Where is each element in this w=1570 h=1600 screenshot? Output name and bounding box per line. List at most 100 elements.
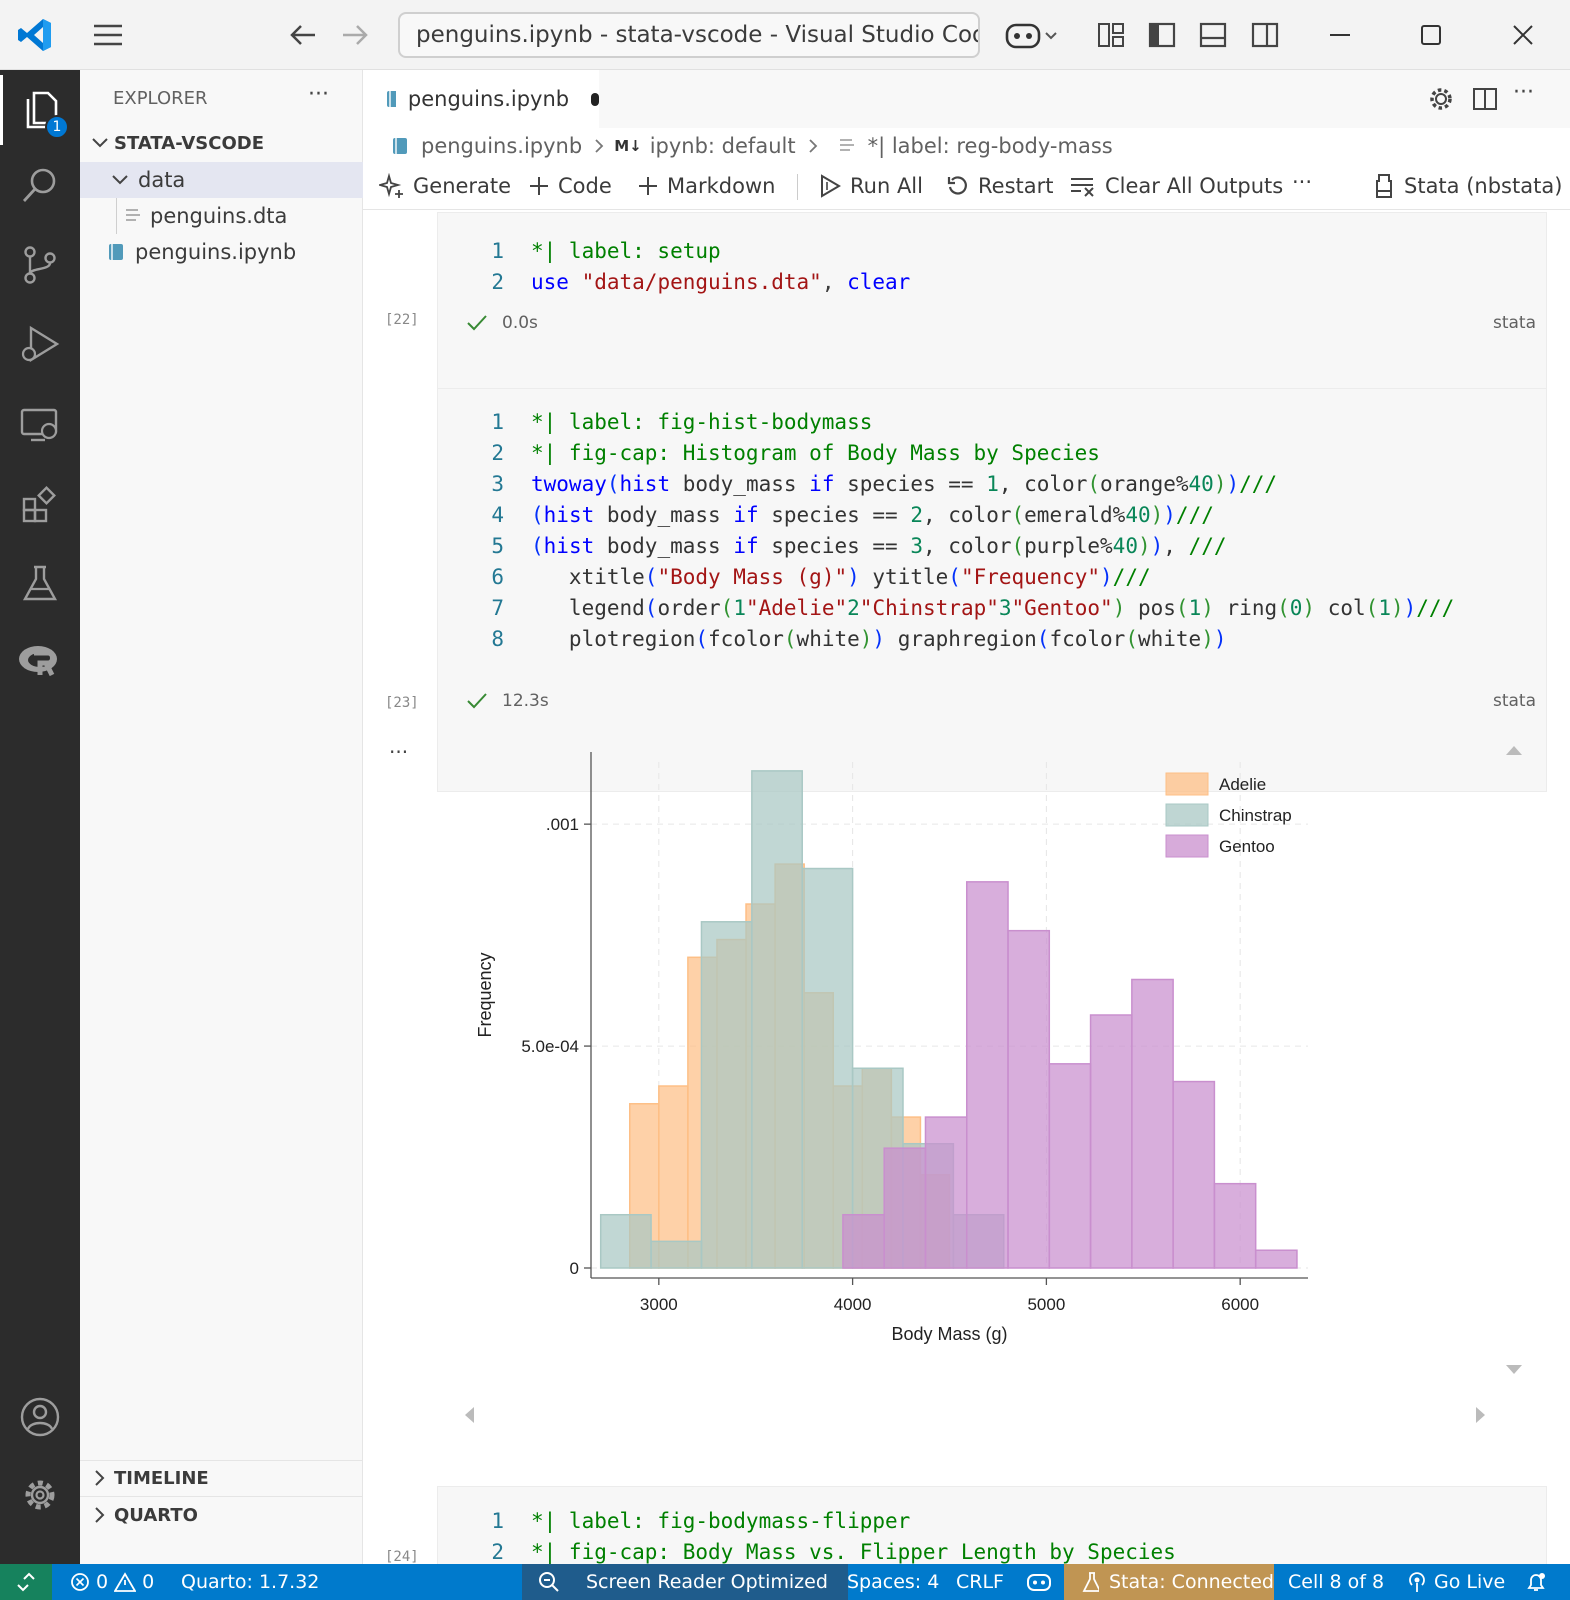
remote-indicator[interactable] — [0, 1564, 52, 1600]
cell-language[interactable]: stata — [1493, 691, 1536, 711]
histogram-bar-gentoo — [965, 881, 1009, 1269]
timeline-section[interactable]: TIMELINE — [80, 1460, 363, 1496]
line-number: 4 — [491, 502, 504, 527]
breadcrumb-kernel[interactable]: ipynb: default — [650, 134, 796, 158]
add-code-cell-button[interactable]: Code — [528, 168, 612, 204]
scroll-right-arrow-icon[interactable] — [1475, 1406, 1487, 1424]
customize-layout-icon[interactable] — [1091, 15, 1131, 55]
code-line[interactable]: 2 *| fig-cap: Body Mass vs. Flipper Lengt… — [438, 1536, 1175, 1567]
execution-count: [24] — [385, 1549, 419, 1565]
legend-label: Gentoo — [1219, 837, 1275, 856]
run-all-button[interactable]: Run All — [818, 168, 923, 204]
broadcast-icon — [1409, 1572, 1425, 1592]
run-debug-activity[interactable] — [0, 310, 80, 380]
check-icon — [467, 315, 487, 331]
source-control-activity[interactable] — [0, 230, 80, 300]
code-line[interactable]: 7 legend(order(1 "Adelie" 2 "Chinstrap" … — [438, 592, 1454, 623]
code-line[interactable]: 4 (hist body_mass if species == 2, color… — [438, 499, 1214, 530]
go-live-button[interactable]: Go Live — [1406, 1564, 1505, 1600]
code-cell-hist[interactable]: 1 *| label: fig-hist-bodymass 2 *| fig-cap… — [437, 388, 1547, 792]
manage-activity[interactable] — [0, 1460, 80, 1530]
kernel-picker-button[interactable]: Stata (nbstata) — [1372, 168, 1562, 204]
x-tick-label: 5000 — [1027, 1295, 1065, 1314]
code-line[interactable]: 8 plotregion(fcolor(white)) graphregion(… — [438, 623, 1226, 654]
code-line[interactable]: 6 xtitle("Body Mass (g)") ytitle("Freque… — [438, 561, 1150, 592]
histogram-bar-gentoo — [1131, 978, 1174, 1269]
code-cell-setup[interactable]: 1 *| label: setup 2 use "data/penguins.dta… — [437, 212, 1547, 408]
quarto-version[interactable]: Quarto: 1.7.32 — [181, 1564, 319, 1600]
breadcrumb-cell[interactable]: *| label: reg-body-mass — [868, 134, 1113, 158]
screen-reader-indicator[interactable]: Screen Reader Optimized — [522, 1564, 848, 1600]
split-editor-icon[interactable] — [1471, 85, 1499, 113]
x-tick-label: 4000 — [834, 1295, 872, 1314]
remote-explorer-activity[interactable] — [0, 390, 80, 460]
explorer-activity[interactable]: 1 — [0, 75, 80, 145]
restart-button[interactable]: Restart — [946, 168, 1053, 204]
add-markdown-cell-button[interactable]: Markdown — [637, 168, 775, 204]
clear-all-outputs-button[interactable]: Clear All Outputs — [1069, 168, 1283, 204]
output-more-actions[interactable]: ... — [389, 734, 408, 758]
line-number: 5 — [491, 533, 504, 558]
histogram-bar-chinstrap — [700, 921, 753, 1269]
restart-label: Restart — [978, 174, 1054, 198]
execution-count: [22] — [385, 312, 419, 328]
copilot-status-icon[interactable] — [1026, 1564, 1052, 1600]
editor-area: penguins.ipynb ··· penguins.ipynb M↓ ipy… — [363, 70, 1570, 1600]
notifications-bell-icon[interactable] — [1524, 1564, 1548, 1600]
testing-activity[interactable] — [0, 548, 80, 618]
menu-icon[interactable] — [88, 15, 128, 55]
restart-icon — [947, 176, 967, 195]
code-line[interactable]: 1 *| label: setup — [438, 235, 720, 266]
file-label: penguins.dta — [150, 204, 288, 228]
tree-folder-data[interactable]: data — [80, 162, 363, 198]
extensions-activity[interactable] — [0, 470, 80, 540]
cell-indicator[interactable]: Cell 8 of 8 — [1288, 1564, 1384, 1600]
toolbar-more-button[interactable]: ··· — [1292, 164, 1312, 200]
tab-penguins-ipynb[interactable]: penguins.ipynb — [363, 70, 599, 128]
code-line[interactable]: 2 use "data/penguins.dta", clear — [438, 266, 910, 297]
scroll-up-arrow-icon[interactable] — [1505, 744, 1523, 756]
generate-button[interactable]: Generate — [379, 168, 511, 204]
histogram-bar-chinstrap — [650, 1240, 703, 1269]
code-line[interactable]: 1 *| label: fig-hist-bodymass — [438, 406, 872, 437]
forward-arrow-icon[interactable] — [335, 15, 375, 55]
chevron-right-icon — [95, 1507, 105, 1523]
maximize-icon[interactable] — [1411, 15, 1451, 55]
code-line[interactable]: 5 (hist body_mass if species == 3, color… — [438, 530, 1226, 561]
breadcrumb-file[interactable]: penguins.ipynb — [421, 134, 582, 158]
sparkle-icon — [379, 173, 403, 198]
cell-language[interactable]: stata — [1493, 313, 1536, 333]
back-arrow-icon[interactable] — [283, 15, 323, 55]
tree-file-penguins-dta[interactable]: penguins.dta — [80, 198, 363, 234]
eol-indicator[interactable]: CRLF — [956, 1564, 1004, 1600]
scroll-down-arrow-icon[interactable] — [1505, 1364, 1523, 1376]
histogram-bar-gentoo — [924, 1116, 968, 1269]
code-line[interactable]: 1 *| label: fig-bodymass-flipper — [438, 1505, 910, 1536]
command-center[interactable]: penguins.ipynb - stata-vscode - Visual S… — [398, 12, 980, 58]
quarto-section[interactable]: QUARTO — [80, 1497, 363, 1533]
histogram-bar-chinstrap — [599, 1213, 652, 1269]
accounts-activity[interactable] — [0, 1382, 80, 1452]
toggle-panel-icon[interactable] — [1193, 15, 1233, 55]
search-activity[interactable] — [0, 150, 80, 220]
search-icon — [22, 168, 56, 202]
problems-indicator[interactable]: 0 0 — [70, 1564, 154, 1600]
close-icon[interactable] — [1503, 15, 1543, 55]
histogram-bar-gentoo — [1089, 1014, 1133, 1269]
tree-file-penguins-ipynb[interactable]: penguins.ipynb — [80, 234, 363, 270]
notebook-settings-icon[interactable] — [1427, 85, 1455, 113]
code-line[interactable]: 3 twoway (hist body_mass if species == 1,… — [438, 468, 1277, 499]
code-line[interactable]: 2 *| fig-cap: Histogram of Body Mass by S… — [438, 437, 1100, 468]
tab-more-actions[interactable]: ··· — [1513, 80, 1534, 105]
explorer-more-actions[interactable]: ··· — [308, 82, 329, 107]
copilot-icon[interactable] — [1005, 15, 1061, 55]
r-activity[interactable] — [0, 626, 80, 696]
toggle-primary-sidebar-icon[interactable] — [1142, 15, 1182, 55]
minimize-icon[interactable] — [1320, 15, 1360, 55]
kernel-icon — [1376, 174, 1392, 198]
workspace-header[interactable]: STATA-VSCODE — [80, 125, 363, 161]
toggle-secondary-sidebar-icon[interactable] — [1245, 15, 1285, 55]
unsaved-dot-icon[interactable] — [591, 92, 599, 106]
indentation-indicator[interactable]: Spaces: 4 — [847, 1564, 939, 1600]
stata-status[interactable]: Stata: Connected — [1064, 1564, 1274, 1600]
